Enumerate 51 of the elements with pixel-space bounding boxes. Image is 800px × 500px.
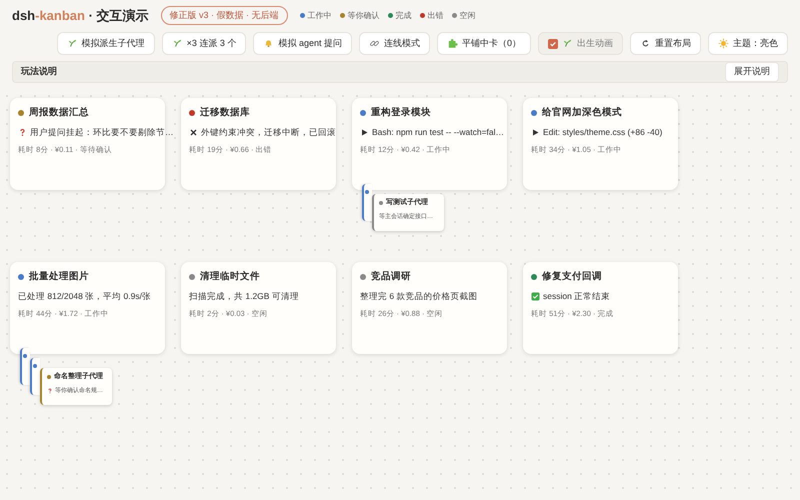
- card-title: 重构登录模块: [371, 106, 431, 120]
- legend-label: 空闲: [460, 10, 476, 22]
- sprout-icon: [66, 38, 78, 49]
- card-status-text: 扫描完成，共 1.2GB 可清理: [189, 290, 299, 303]
- toolbar-button[interactable]: 模拟 agent 提问: [253, 32, 352, 55]
- card-status-text: session 正常结束: [543, 290, 610, 303]
- card-title: 迁移数据库: [200, 106, 250, 120]
- play-icon: [531, 128, 540, 138]
- question-icon: [47, 388, 53, 394]
- app-title: dsh-kanban · 交互演示: [12, 6, 149, 25]
- card-status-text: 用户提问挂起：环比要不要剔除节…: [30, 126, 174, 139]
- toolbar-button[interactable]: 主题：亮色: [708, 32, 788, 55]
- sprout-icon: [562, 38, 573, 49]
- toolbar-button[interactable]: 平铺中卡（0）: [436, 32, 531, 55]
- legend-label: 工作中: [308, 10, 332, 22]
- card-status-text: 外键约束冲突，迁移中断，已回滚: [201, 126, 336, 139]
- question-icon: [18, 128, 27, 138]
- card-title: 周报数据汇总: [29, 106, 89, 120]
- toolbar-button[interactable]: 重置布局: [630, 32, 701, 55]
- card-title: 给官网加深色模式: [542, 106, 622, 120]
- legend-label: 出错: [428, 10, 444, 22]
- card-status-text: 已处理 812/2048 张，平均 0.9s/张: [18, 290, 151, 303]
- toolbar-button[interactable]: 连线模式: [358, 32, 430, 55]
- card-title: 批量处理图片: [29, 270, 89, 284]
- card-status-text: Edit: styles/theme.css (+86 -40): [543, 126, 662, 139]
- link-icon: [368, 38, 380, 49]
- cross-icon: [189, 128, 198, 138]
- card-title: 修复支付回调: [542, 270, 602, 284]
- legend-label: 等你确认: [348, 10, 380, 22]
- card-status-text: 整理完 6 款竞品的价格页截图: [360, 290, 478, 303]
- checkbox[interactable]: [548, 38, 558, 48]
- card-title: 清理临时文件: [200, 270, 260, 284]
- animation-toggle[interactable]: 出生动画: [538, 32, 623, 55]
- expand-help-button[interactable]: 展开说明: [725, 62, 779, 82]
- puzzle-icon: [446, 38, 458, 49]
- version-badge: 修正版 v3 · 假数据 · 无后端: [160, 6, 288, 26]
- bell-icon: [263, 38, 274, 49]
- card-title: 竞品调研: [371, 270, 411, 284]
- sprout-icon: [172, 38, 183, 49]
- covered-subagent-card[interactable]: [30, 358, 40, 395]
- play-icon: [360, 128, 369, 138]
- sun-icon: [718, 38, 729, 49]
- help-panel-title: 玩法说明: [21, 65, 57, 78]
- toolbar-button[interactable]: 模拟派生子代理: [56, 32, 155, 55]
- card-status-text: Bash: npm run test -- --watch=fal…: [372, 126, 504, 139]
- covered-subagent-card[interactable]: [362, 184, 372, 221]
- covered-subagent-card[interactable]: [20, 348, 30, 385]
- toolbar-button[interactable]: ×3 连派 3 个: [162, 32, 246, 55]
- reset-icon: [640, 38, 651, 49]
- checkmark-icon: [531, 292, 540, 302]
- legend-label: 完成: [396, 10, 412, 22]
